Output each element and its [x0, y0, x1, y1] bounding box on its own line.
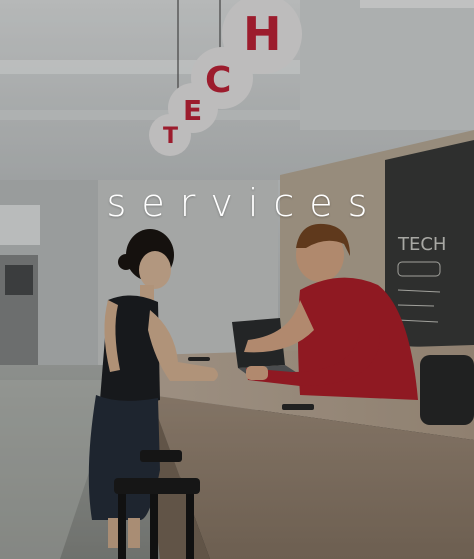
- services-banner[interactable]: TECH T E C H services: [0, 0, 474, 559]
- page-title: services: [106, 181, 383, 225]
- dark-overlay: [0, 0, 474, 559]
